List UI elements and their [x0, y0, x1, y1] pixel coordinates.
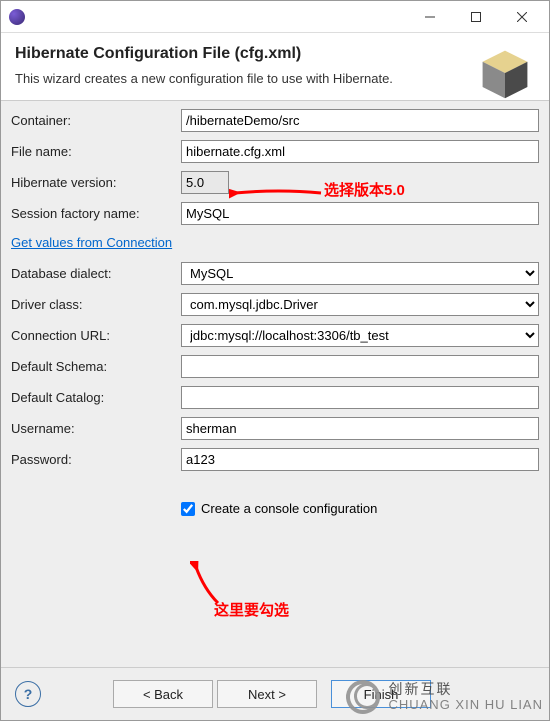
dialect-label: Database dialect:	[11, 266, 181, 281]
container-label: Container:	[11, 113, 181, 128]
maximize-button[interactable]	[453, 2, 499, 32]
driver-select[interactable]: com.mysql.jdbc.Driver	[181, 293, 539, 316]
back-button[interactable]: < Back	[113, 680, 213, 708]
username-label: Username:	[11, 421, 181, 436]
session-input[interactable]	[181, 202, 539, 225]
annotation-checkbox: 这里要勾选	[214, 599, 289, 620]
filename-label: File name:	[11, 144, 181, 159]
filename-input[interactable]	[181, 140, 539, 163]
catalog-input[interactable]	[181, 386, 539, 409]
close-button[interactable]	[499, 2, 545, 32]
separator	[1, 667, 549, 668]
version-label: Hibernate version:	[11, 175, 181, 190]
minimize-button[interactable]	[407, 2, 453, 32]
username-input[interactable]	[181, 417, 539, 440]
help-button[interactable]: ?	[15, 681, 41, 707]
container-input[interactable]	[181, 109, 539, 132]
wizard-subtitle: This wizard creates a new configuration …	[15, 71, 535, 86]
title-bar	[1, 1, 549, 33]
schema-label: Default Schema:	[11, 359, 181, 374]
get-values-link[interactable]: Get values from Connection	[11, 235, 539, 250]
driver-label: Driver class:	[11, 297, 181, 312]
version-select[interactable]	[181, 171, 229, 194]
arrow-to-checkbox	[190, 561, 224, 605]
next-button[interactable]: Next >	[217, 680, 317, 708]
url-label: Connection URL:	[11, 328, 181, 343]
session-label: Session factory name:	[11, 206, 181, 221]
url-select[interactable]: jdbc:mysql://localhost:3306/tb_test	[181, 324, 539, 347]
schema-input[interactable]	[181, 355, 539, 378]
watermark-en: CHUANG XIN HU LIAN	[388, 698, 543, 712]
console-checkbox[interactable]	[181, 502, 195, 516]
catalog-label: Default Catalog:	[11, 390, 181, 405]
console-checkbox-label: Create a console configuration	[201, 501, 377, 516]
wizard-title: Hibernate Configuration File (cfg.xml)	[15, 45, 535, 63]
eclipse-icon	[9, 9, 25, 25]
watermark: 创新互联 CHUANG XIN HU LIAN	[346, 680, 543, 714]
watermark-cn: 创新互联	[388, 682, 543, 697]
form-area: Container: File name: Hibernate version:…	[1, 101, 549, 524]
password-label: Password:	[11, 452, 181, 467]
wizard-banner-icon	[477, 45, 533, 101]
dialect-select[interactable]: MySQL	[181, 262, 539, 285]
password-input[interactable]	[181, 448, 539, 471]
wizard-header: Hibernate Configuration File (cfg.xml) T…	[1, 33, 549, 101]
